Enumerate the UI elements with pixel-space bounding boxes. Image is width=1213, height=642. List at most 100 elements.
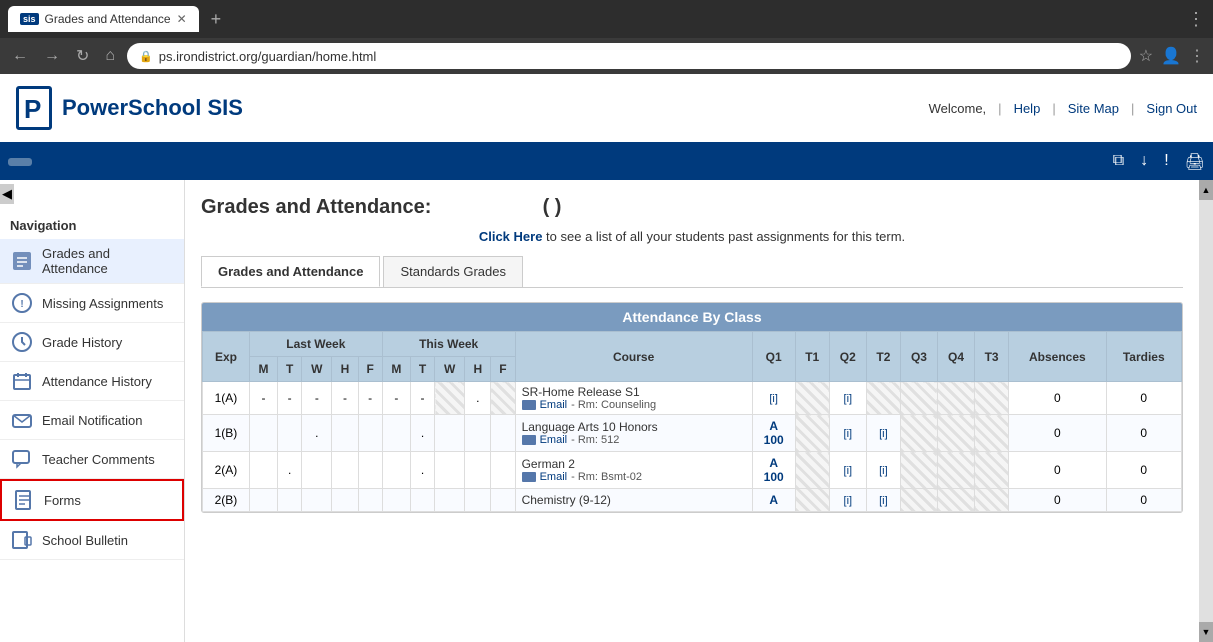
q3-cell [900, 489, 937, 512]
email-link[interactable]: Email [540, 434, 568, 446]
col-q2: Q2 [829, 332, 866, 382]
t1-cell [795, 382, 829, 415]
user-icon[interactable]: 👤 [1161, 46, 1181, 66]
external-link-icon[interactable]: ⧉ [1113, 152, 1124, 172]
exp-cell: 1(B) [203, 415, 250, 452]
course-name: SR-Home Release S1 [522, 385, 746, 399]
t2-cell: [i] [866, 489, 900, 512]
grade-value: A [757, 493, 791, 507]
attendance-history-icon [10, 369, 34, 393]
tab-standards-grades[interactable]: Standards Grades [383, 256, 523, 287]
t1-cell [795, 415, 829, 452]
lock-icon: 🔒 [139, 50, 153, 63]
content-tabs: Grades and Attendance Standards Grades [201, 256, 1183, 288]
room-text: - Rm: Counseling [571, 399, 656, 411]
email-link[interactable]: Email [540, 399, 568, 411]
alert-icon[interactable]: ! [1164, 152, 1168, 172]
q2-link[interactable]: [i] [844, 393, 853, 405]
sidebar-collapse-button[interactable]: ◀ [0, 184, 14, 204]
print-icon[interactable]: 🖨 [1185, 152, 1205, 172]
sidebar-item-missing-assignments[interactable]: ! Missing Assignments [0, 284, 184, 323]
t3-cell [975, 415, 1009, 452]
email-notification-icon [10, 408, 34, 432]
q1-link[interactable]: [i] [769, 393, 778, 405]
svg-text:!: ! [20, 299, 23, 310]
email-link[interactable]: Email [540, 471, 568, 483]
q1-cell: A 100 [752, 452, 795, 489]
sidebar-item-forms[interactable]: Forms [0, 479, 184, 521]
menu-icon[interactable]: ⋮ [1189, 46, 1205, 66]
sidebar-label-school-bulletin: School Bulletin [42, 533, 128, 548]
tab-grades-attendance[interactable]: Grades and Attendance [201, 256, 380, 287]
scroll-up-button[interactable]: ▲ [1199, 180, 1213, 200]
day-cell-hatch [491, 382, 515, 415]
scroll-down-button[interactable]: ▼ [1199, 622, 1213, 642]
day-cell: - [249, 382, 277, 415]
t3-cell [975, 382, 1009, 415]
past-assignments-link[interactable]: Click Here [479, 229, 543, 244]
home-button[interactable]: ⌂ [101, 45, 119, 67]
forward-button[interactable]: → [40, 45, 64, 67]
day-h2: H [465, 357, 491, 382]
sidebar-item-grades-attendance[interactable]: Grades and Attendance [0, 239, 184, 284]
back-button[interactable]: ← [8, 45, 32, 67]
day-cell [491, 415, 515, 452]
q1-cell: A [752, 489, 795, 512]
main-layout: ◀ Navigation Grades and Attendance ! [0, 180, 1213, 642]
tardies-cell: 0 [1106, 382, 1182, 415]
sidebar-item-attendance-history[interactable]: Attendance History [0, 362, 184, 401]
sidebar-label-grade-history: Grade History [42, 335, 122, 350]
course-name: German 2 [522, 457, 746, 471]
sidebar-item-email-notification[interactable]: Email Notification [0, 401, 184, 440]
col-last-week: Last Week [249, 332, 382, 357]
exp-cell: 1(A) [203, 382, 250, 415]
exp-cell: 2(B) [203, 489, 250, 512]
absences-cell: 0 [1009, 489, 1106, 512]
past-assignments-notice: Click Here to see a list of all your stu… [201, 229, 1183, 244]
t2-link[interactable]: [i] [879, 428, 888, 440]
day-cell [465, 415, 491, 452]
day-cell [491, 489, 515, 512]
grade-score: 100 [757, 433, 791, 447]
col-this-week: This Week [382, 332, 515, 357]
scrollbar[interactable]: ▲ ▼ [1199, 180, 1213, 642]
q2-link[interactable]: [i] [844, 428, 853, 440]
day-cell [249, 489, 277, 512]
absences-cell: 0 [1009, 415, 1106, 452]
refresh-button[interactable]: ↻ [72, 44, 93, 68]
day-cell [302, 452, 332, 489]
sign-out-link[interactable]: Sign Out [1146, 101, 1197, 116]
q2-cell: [i] [829, 415, 866, 452]
bookmark-icon[interactable]: ☆ [1139, 46, 1153, 66]
new-tab-button[interactable]: + [205, 9, 228, 30]
site-map-link[interactable]: Site Map [1068, 101, 1119, 116]
sidebar-item-school-bulletin[interactable]: School Bulletin [0, 521, 184, 560]
help-link[interactable]: Help [1014, 101, 1041, 116]
sidebar-item-teacher-comments[interactable]: Teacher Comments [0, 440, 184, 479]
q4-cell [937, 489, 974, 512]
browser-tab[interactable]: sis Grades and Attendance ✕ [8, 6, 199, 32]
col-q4: Q4 [937, 332, 974, 382]
q2-cell: [i] [829, 382, 866, 415]
content-area: Grades and Attendance: ( ) Click Here to… [185, 180, 1199, 642]
tab-close-icon[interactable]: ✕ [177, 12, 187, 26]
t2-link[interactable]: [i] [879, 495, 888, 507]
t2-link[interactable]: [i] [879, 465, 888, 477]
browser-more-icon[interactable]: ⋮ [1187, 9, 1205, 30]
day-cell: - [410, 382, 434, 415]
tab-sis-badge: sis [20, 13, 39, 25]
day-cell: . [465, 382, 491, 415]
app-title: PowerSchool SIS [62, 95, 243, 121]
q2-link[interactable]: [i] [844, 495, 853, 507]
q2-link[interactable]: [i] [844, 465, 853, 477]
download-icon[interactable]: ↓ [1140, 152, 1148, 172]
grade-score: 100 [757, 470, 791, 484]
sidebar-item-grade-history[interactable]: Grade History [0, 323, 184, 362]
attendance-table-container: Attendance By Class Exp Last Week This W… [201, 302, 1183, 513]
day-cell: . [410, 415, 434, 452]
day-cell [302, 489, 332, 512]
grade-history-icon [10, 330, 34, 354]
table-row: 2(A) . . German 2 [203, 452, 1182, 489]
address-input[interactable]: 🔒 ps.irondistrict.org/guardian/home.html [127, 43, 1131, 69]
student-button[interactable] [8, 158, 32, 166]
